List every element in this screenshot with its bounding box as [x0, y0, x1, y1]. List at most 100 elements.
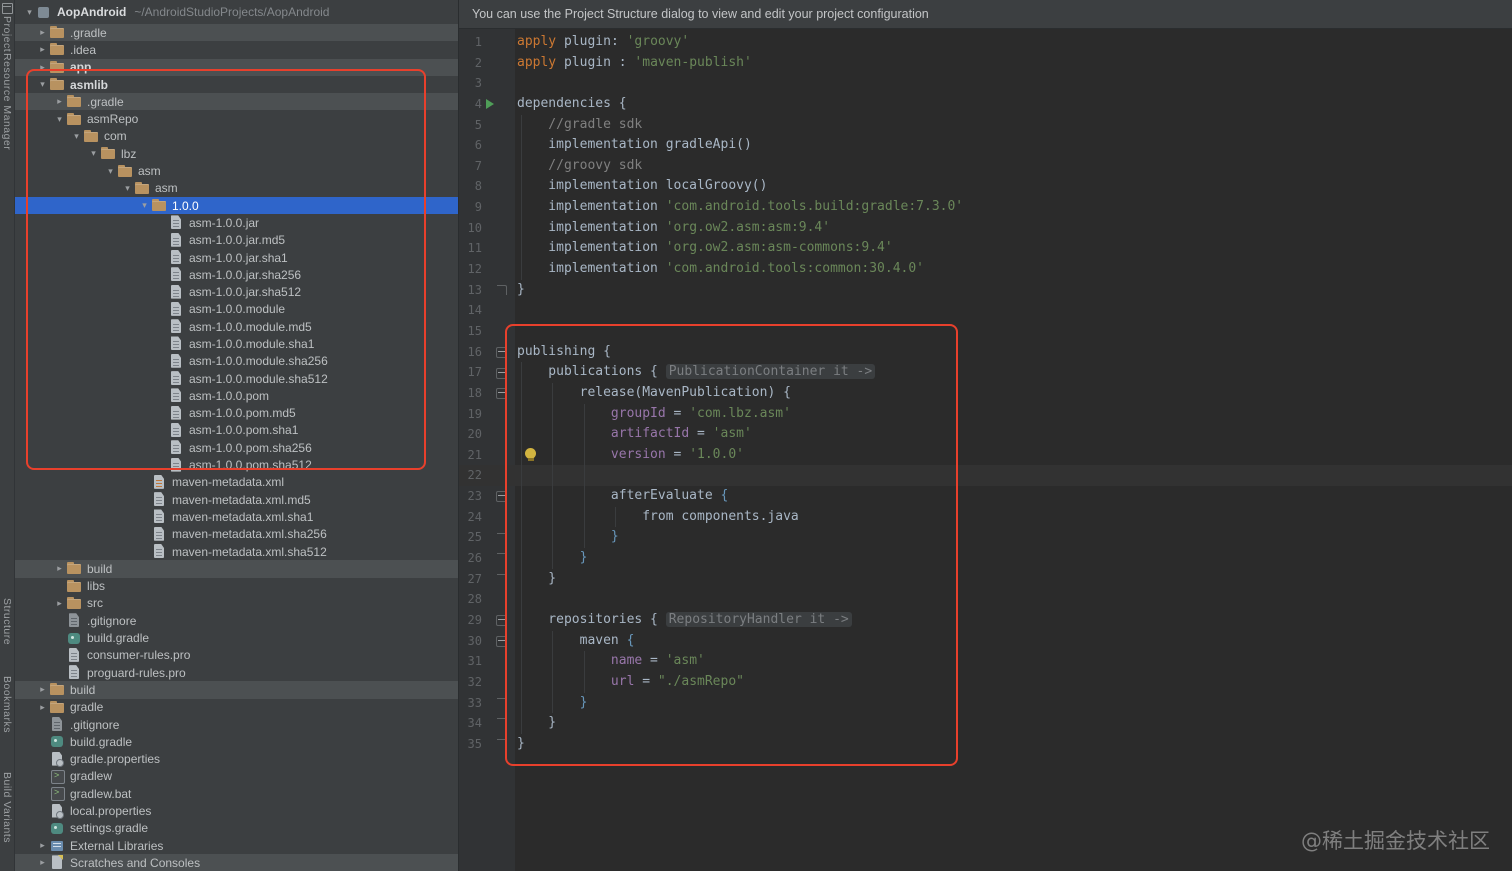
- tree-row[interactable]: consumer-rules.pro: [15, 647, 458, 664]
- tree-row[interactable]: maven-metadata.xml.md5: [15, 491, 458, 508]
- fold-icon[interactable]: [482, 342, 515, 363]
- tree-row[interactable]: build.gradle: [15, 733, 458, 750]
- chevron-expanded-icon[interactable]: ▾: [138, 200, 151, 211]
- code-line[interactable]: 20 artifactId = 'asm': [459, 424, 1512, 445]
- chevron-expanded-icon[interactable]: ▾: [53, 114, 66, 125]
- code-line[interactable]: 30 maven {: [459, 630, 1512, 652]
- code-line[interactable]: 6 implementation gradleApi(): [459, 135, 1512, 156]
- tree-row[interactable]: gradlew: [15, 768, 458, 785]
- tree-row[interactable]: asm-1.0.0.pom.sha512: [15, 456, 458, 473]
- tree-row[interactable]: .gitignore: [15, 612, 458, 629]
- tree-row[interactable]: ▸ Scratches and Consoles: [15, 854, 458, 871]
- tree-row[interactable]: asm-1.0.0.pom.md5: [15, 405, 458, 422]
- fold-icon[interactable]: [482, 631, 515, 652]
- code-line[interactable]: 28: [459, 589, 1512, 610]
- tree-row[interactable]: asm-1.0.0.pom: [15, 387, 458, 404]
- tree-row[interactable]: proguard-rules.pro: [15, 664, 458, 681]
- chevron-collapsed-icon[interactable]: ▸: [36, 840, 49, 851]
- tree-row[interactable]: asm-1.0.0.module.sha1: [15, 335, 458, 352]
- fold-icon[interactable]: [482, 610, 515, 631]
- tree-row[interactable]: ▸ .gradle: [15, 93, 458, 111]
- tree-row[interactable]: maven-metadata.xml.sha512: [15, 543, 458, 560]
- tree-row[interactable]: ▸ build: [15, 560, 458, 578]
- code-line[interactable]: 35}: [459, 734, 1512, 755]
- code-line[interactable]: 29 repositories { RepositoryHandler it -…: [459, 609, 1512, 631]
- tree-row[interactable]: asm-1.0.0.jar.sha1: [15, 249, 458, 266]
- code-line[interactable]: 16 publishing {: [459, 342, 1512, 363]
- code-line[interactable]: 15: [459, 321, 1512, 342]
- code-line[interactable]: 8 implementation localGroovy(): [459, 176, 1512, 198]
- tree-row[interactable]: ▾ asmlib: [15, 76, 458, 93]
- tree-row[interactable]: asm-1.0.0.module.sha256: [15, 353, 458, 370]
- chevron-expanded-icon[interactable]: ▾: [121, 183, 134, 194]
- chevron-collapsed-icon[interactable]: ▸: [53, 563, 66, 574]
- tree-row[interactable]: asm-1.0.0.jar.sha512: [15, 283, 458, 300]
- code-line[interactable]: 33 }: [459, 692, 1512, 714]
- chevron-collapsed-icon[interactable]: ▸: [36, 27, 49, 38]
- code-line[interactable]: 19 groupId = 'com.lbz.asm': [459, 403, 1512, 425]
- fold-end-icon[interactable]: [482, 280, 515, 301]
- tree-row[interactable]: maven-metadata.xml.sha256: [15, 526, 458, 543]
- chevron-expanded-icon[interactable]: ▾: [87, 148, 100, 159]
- fold-end-icon[interactable]: [482, 548, 515, 569]
- chevron-collapsed-icon[interactable]: ▸: [36, 857, 49, 868]
- code-line[interactable]: 10 implementation 'org.ow2.asm:asm:9.4': [459, 217, 1512, 239]
- code-line[interactable]: 12 implementation 'com.android.tools:com…: [459, 259, 1512, 280]
- tool-strip-tab-bookmarks[interactable]: Bookmarks: [1, 676, 13, 733]
- tool-strip-tab-structure[interactable]: Structure: [1, 598, 13, 645]
- chevron-collapsed-icon[interactable]: ▸: [36, 44, 49, 55]
- tree-row[interactable]: ▸ External Libraries: [15, 837, 458, 854]
- tree-row[interactable]: libs: [15, 578, 458, 595]
- code-line[interactable]: 17 publications { PublicationContainer i…: [459, 362, 1512, 383]
- tree-row[interactable]: asm-1.0.0.module: [15, 301, 458, 318]
- tree-row[interactable]: ▾ asmRepo: [15, 110, 458, 127]
- tree-row[interactable]: asm-1.0.0.module.sha512: [15, 370, 458, 387]
- tree-row[interactable]: local.properties: [15, 802, 458, 819]
- tree-row[interactable]: maven-metadata.xml.sha1: [15, 508, 458, 525]
- code-line[interactable]: 25 }: [459, 527, 1512, 549]
- tree-row[interactable]: build.gradle: [15, 629, 458, 646]
- tree-row[interactable]: ▸ .gradle: [15, 24, 458, 42]
- tree-row[interactable]: ▸ build: [15, 681, 458, 699]
- code-line[interactable]: 21 version = '1.0.0': [459, 444, 1512, 466]
- code-line[interactable]: 11 implementation 'org.ow2.asm:asm-commo…: [459, 238, 1512, 260]
- code-line[interactable]: 14: [459, 300, 1512, 321]
- tree-row[interactable]: .gitignore: [15, 716, 458, 733]
- intention-bulb-icon[interactable]: [525, 448, 536, 461]
- project-root-row[interactable]: ▾ AopAndroid ~/AndroidStudioProjects/Aop…: [15, 0, 458, 24]
- fold-icon[interactable]: [482, 383, 515, 404]
- tree-row[interactable]: gradle.properties: [15, 750, 458, 767]
- fold-icon[interactable]: [482, 486, 515, 507]
- tree-row[interactable]: ▸ src: [15, 595, 458, 612]
- tree-row[interactable]: asm-1.0.0.jar.sha256: [15, 266, 458, 283]
- tool-strip-tab-project[interactable]: Project: [1, 16, 13, 52]
- tree-row[interactable]: ▾ lbz: [15, 145, 458, 162]
- code-line[interactable]: 26 }: [459, 548, 1512, 569]
- code-line[interactable]: 2 apply plugin : 'maven-publish': [459, 53, 1512, 74]
- fold-end-icon[interactable]: [482, 713, 515, 734]
- tree-row[interactable]: maven-metadata.xml: [15, 474, 458, 491]
- code-line[interactable]: 7 //groovy sdk: [459, 155, 1512, 177]
- tree-row[interactable]: ▾ com: [15, 128, 458, 145]
- tree-row[interactable]: asm-1.0.0.jar.md5: [15, 232, 458, 249]
- tree-row[interactable]: ▾ asm: [15, 180, 458, 197]
- fold-end-icon[interactable]: [482, 734, 515, 755]
- tool-strip-tab-resource-manager[interactable]: Resource Manager: [1, 53, 13, 150]
- tree-row[interactable]: asm-1.0.0.jar: [15, 214, 458, 231]
- code-line[interactable]: 22: [459, 465, 1512, 487]
- run-icon[interactable]: [482, 94, 515, 115]
- code-line[interactable]: 5 //gradle sdk: [459, 114, 1512, 136]
- code-line[interactable]: 18 release(MavenPublication) {: [459, 382, 1512, 404]
- chevron-expanded-icon[interactable]: ▾: [23, 7, 36, 18]
- tree-row[interactable]: ▾ asm: [15, 162, 458, 179]
- chevron-expanded-icon[interactable]: ▾: [70, 131, 83, 142]
- tree-row[interactable]: asm-1.0.0.module.md5: [15, 318, 458, 335]
- tree-row[interactable]: asm-1.0.0.pom.sha256: [15, 439, 458, 456]
- code-line[interactable]: 4 dependencies {: [459, 94, 1512, 115]
- fold-end-icon[interactable]: [482, 693, 515, 714]
- code-line[interactable]: 9 implementation 'com.android.tools.buil…: [459, 197, 1512, 218]
- tree-row[interactable]: asm-1.0.0.pom.sha1: [15, 422, 458, 439]
- fold-end-icon[interactable]: [482, 569, 515, 590]
- tool-strip-tab-build-variants[interactable]: Build Variants: [1, 772, 13, 843]
- code-line[interactable]: 34 }: [459, 713, 1512, 734]
